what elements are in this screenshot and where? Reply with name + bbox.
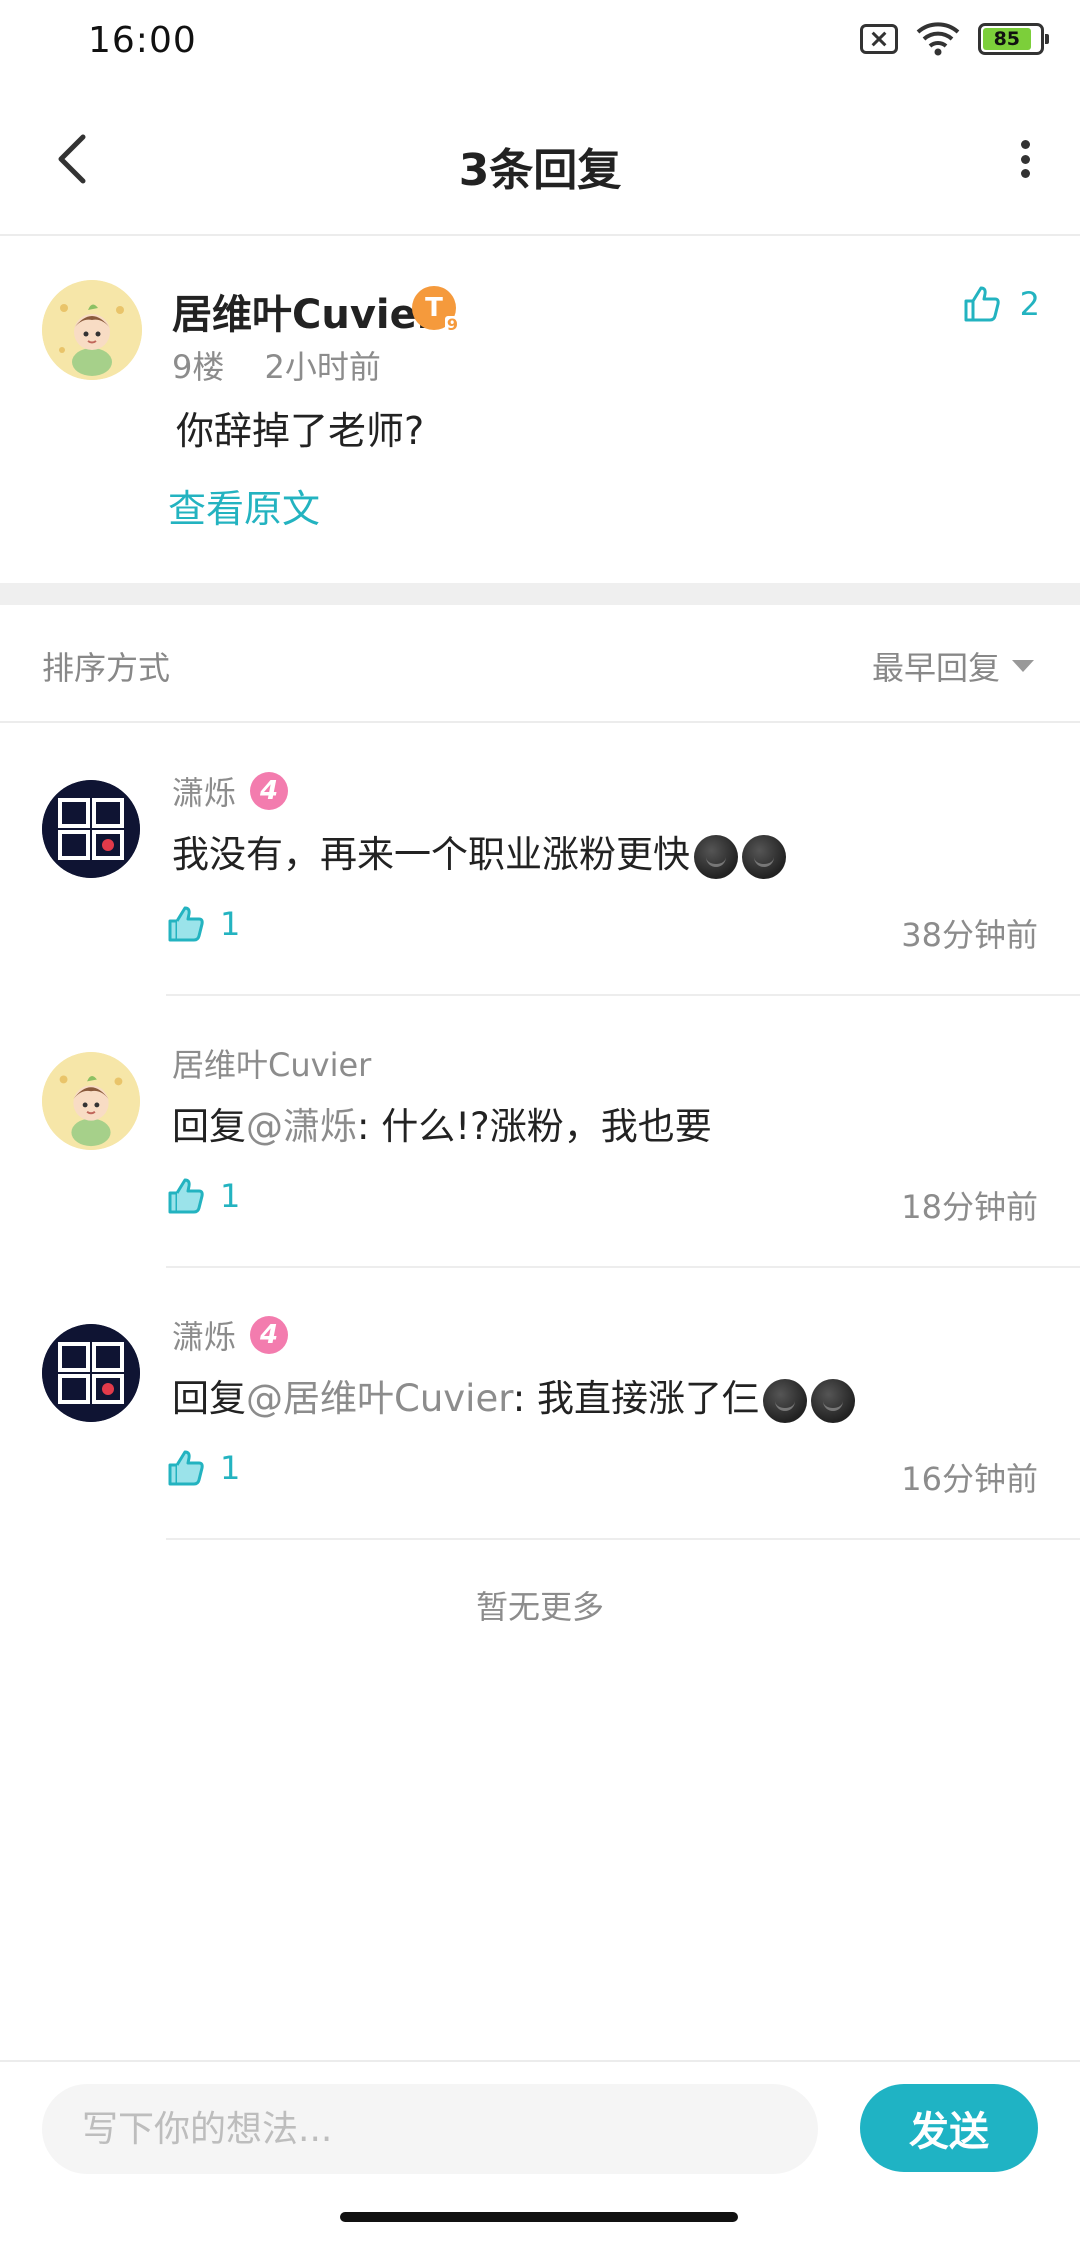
avatar[interactable]	[42, 1324, 140, 1422]
smirk-emoji-icon	[694, 834, 738, 879]
mention-link[interactable]: @潇烁	[246, 1105, 357, 1148]
avatar[interactable]	[42, 280, 142, 380]
like-count: 1	[220, 1177, 241, 1215]
comment-meta: 9楼 2小时前	[172, 342, 381, 388]
like-button[interactable]: 1	[166, 904, 240, 944]
reply-body: 我没有，再来一个职业涨粉更快	[172, 833, 690, 876]
avatar-cartoon-image	[42, 280, 142, 380]
divider	[166, 1538, 1080, 1540]
view-original-link[interactable]: 查看原文	[168, 478, 320, 533]
smirk-emoji-icon	[763, 1378, 808, 1423]
status-icons: 85	[860, 22, 1049, 56]
sort-value: 最早回复	[871, 649, 1000, 687]
reply-time: 38分钟前	[901, 916, 1038, 954]
more-dot	[1020, 169, 1030, 178]
reply-author[interactable]: 居维叶Cuvier	[172, 1040, 371, 1086]
reply-author[interactable]: 潇烁 4	[172, 768, 289, 814]
sort-dropdown[interactable]: 最早回复	[872, 643, 1034, 689]
like-button[interactable]: 2	[962, 284, 1040, 324]
like-button[interactable]: 1	[166, 1176, 240, 1216]
comment-input-bar: 发送	[0, 2060, 1080, 2198]
reply-text: 我没有，再来一个职业涨粉更快	[172, 824, 786, 879]
reply-prefix: 回复	[172, 1377, 246, 1420]
sort-bar: 排序方式 最早回复	[0, 605, 1080, 723]
top-app-bar: 3条回复	[0, 84, 1080, 236]
thumbs-up-icon	[168, 1450, 204, 1486]
thumbs-up-icon	[168, 1178, 204, 1214]
status-time: 16:00	[88, 20, 197, 61]
smirk-emoji-icon	[811, 1378, 856, 1423]
floor-number: 9楼	[172, 348, 225, 386]
reply-author[interactable]: 潇烁 4	[172, 1312, 289, 1358]
wifi-icon	[916, 22, 960, 56]
home-indicator[interactable]	[340, 2212, 738, 2222]
reply-body: : 我直接涨了仨	[512, 1377, 760, 1420]
avatar-logo-image	[42, 1324, 140, 1422]
reply-item[interactable]: 居维叶Cuvier 回复@潇烁: 什么!?涨粉，我也要 1 18分钟前	[0, 996, 1080, 1268]
no-more-text: 暂无更多	[475, 1588, 604, 1626]
like-count: 1	[220, 1449, 241, 1487]
thumbs-up-icon	[964, 286, 1000, 322]
smirk-emoji-icon	[742, 834, 786, 879]
main-comment: 居维叶Cuvier T 9 9楼 2小时前 你辞掉了老师? 查看原文 2	[0, 238, 1080, 583]
reply-time: 18分钟前	[901, 1188, 1038, 1226]
reply-item[interactable]: 潇烁 4 我没有，再来一个职业涨粉更快 1 38分钟前	[0, 724, 1080, 996]
comment-time: 2小时前	[264, 348, 381, 386]
more-options-button[interactable]	[1010, 134, 1040, 184]
more-dot	[1020, 154, 1030, 164]
chevron-down-icon	[1012, 660, 1034, 672]
page: 16:00 85 3条回复 居维叶Cuvier T 9 9楼 2小时前 你辞掉了…	[0, 0, 1080, 2244]
like-count: 1	[220, 905, 241, 943]
like-count: 2	[1019, 285, 1040, 323]
avatar-cartoon-image	[42, 1052, 140, 1150]
level-badge: 4	[250, 772, 289, 810]
section-divider	[0, 583, 1080, 605]
comment-input[interactable]	[42, 2084, 818, 2174]
more-vertical-icon	[1020, 140, 1030, 149]
send-button[interactable]: 发送	[860, 2084, 1038, 2172]
level-badge: 4	[250, 1316, 289, 1354]
comment-content: 你辞掉了老师?	[176, 409, 425, 453]
avatar-logo-image	[42, 780, 140, 878]
avatar[interactable]	[42, 1052, 140, 1150]
status-bar: 16:00 85	[0, 0, 1080, 84]
reply-body: : 什么!?涨粉，我也要	[357, 1105, 712, 1148]
author-name: 潇烁	[172, 1318, 237, 1356]
badge-level: 9	[444, 315, 460, 334]
page-title: 3条回复	[458, 145, 622, 196]
user-title-badge: T 9	[412, 286, 460, 334]
avatar[interactable]	[42, 780, 140, 878]
author-name: 居维叶Cuvier	[172, 1046, 372, 1084]
reply-time: 16分钟前	[901, 1460, 1038, 1498]
comment-author[interactable]: 居维叶Cuvier	[172, 282, 436, 340]
author-name: 潇烁	[172, 774, 237, 812]
battery-icon: 85	[978, 23, 1049, 55]
reply-text: 回复@潇烁: 什么!?涨粉，我也要	[172, 1096, 712, 1150]
sort-label: 排序方式	[42, 649, 171, 687]
badge-letter: T	[425, 293, 443, 323]
mention-link[interactable]: @居维叶Cuvier	[246, 1377, 513, 1420]
thumbs-up-icon	[168, 906, 204, 942]
reply-prefix: 回复	[172, 1105, 246, 1148]
battery-level: 85	[983, 28, 1031, 50]
like-button[interactable]: 1	[166, 1448, 240, 1488]
reply-item[interactable]: 潇烁 4 回复@居维叶Cuvier: 我直接涨了仨 1 16分钟前	[0, 1268, 1080, 1540]
sim-off-icon	[860, 24, 898, 54]
reply-text: 回复@居维叶Cuvier: 我直接涨了仨	[172, 1368, 856, 1423]
